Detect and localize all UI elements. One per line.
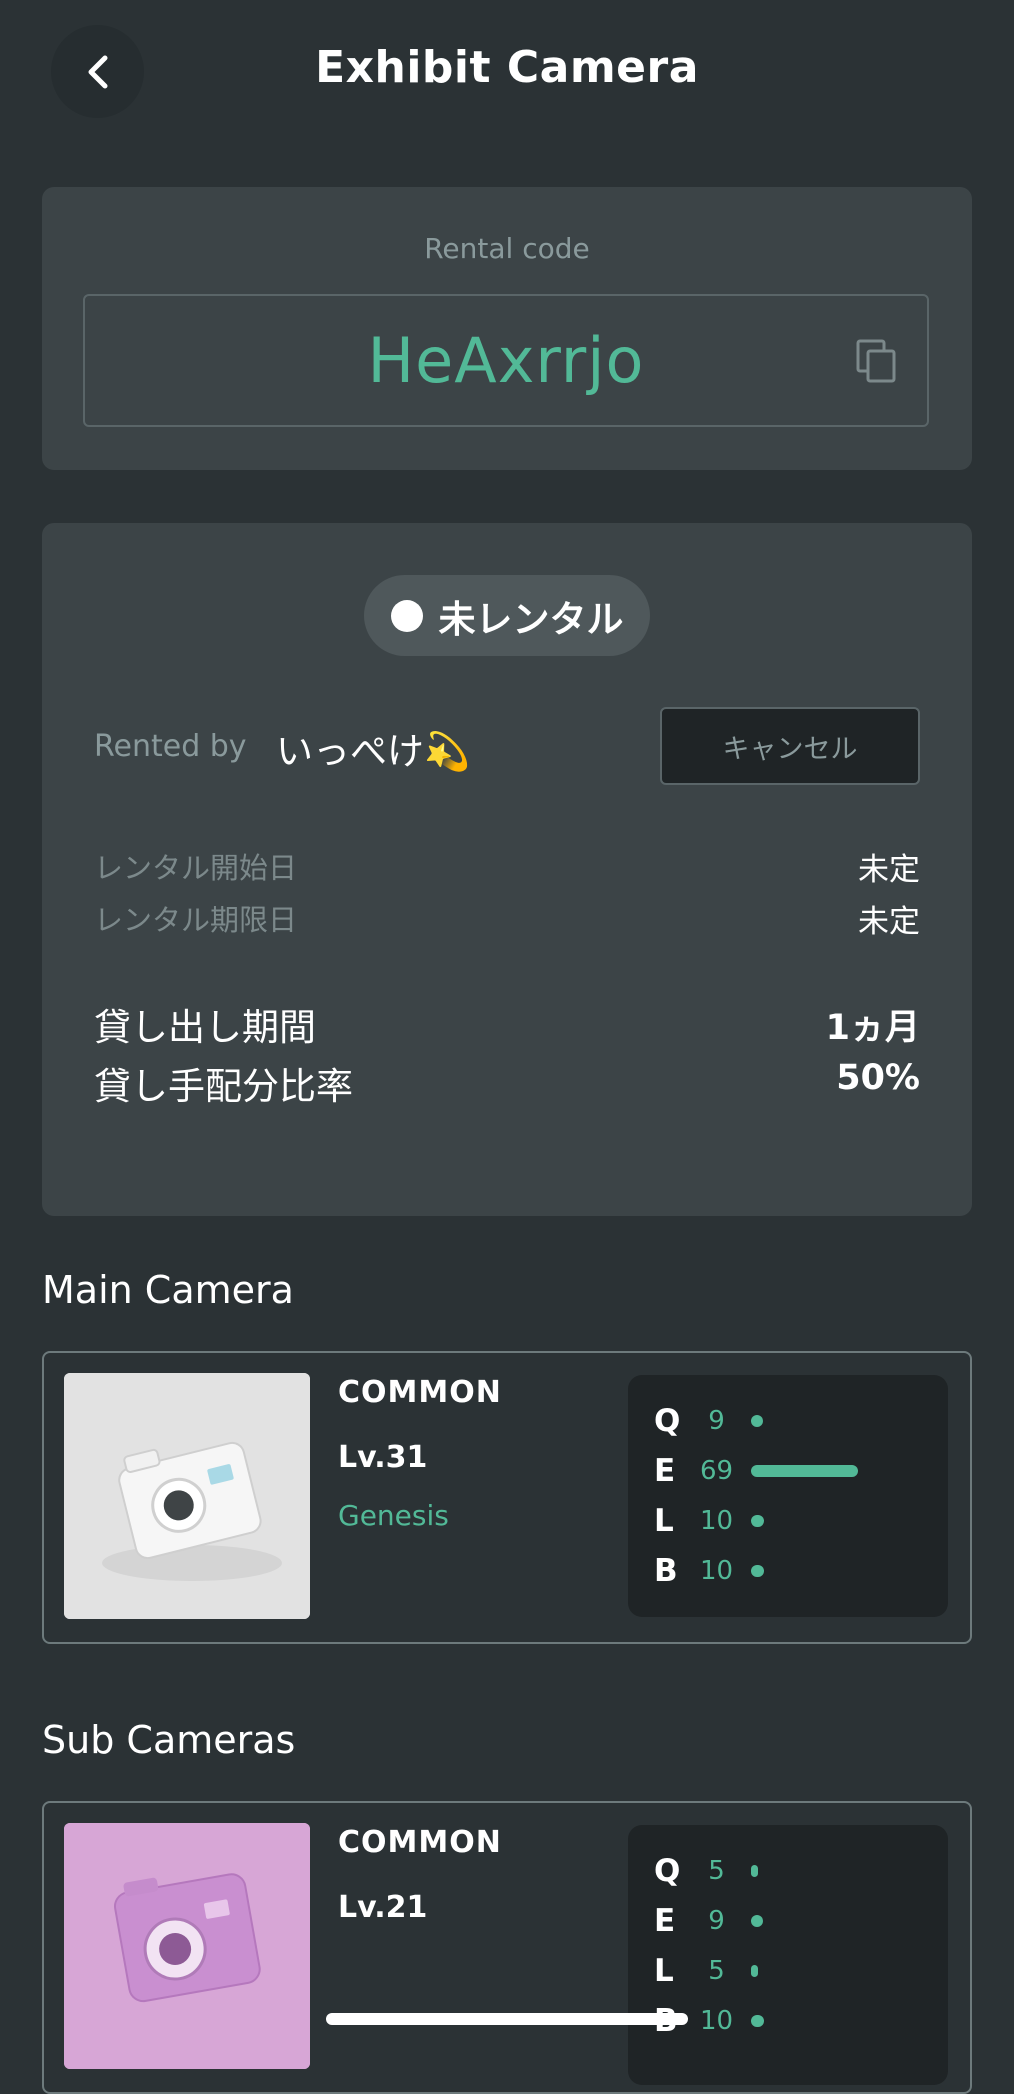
camera-stats: Q 5 E 9 L 5 B 10 [628,1825,948,2085]
status-badge: 未レンタル [364,575,650,656]
stat-bar [751,1465,858,1477]
stat-row-l: L 5 [654,1951,758,1991]
stat-bar [751,1565,764,1577]
rental-code-card: Rental code HeAxrrjo [42,187,972,470]
camera-rarity: COMMON [338,1375,502,1410]
stat-row-q: Q 9 [654,1401,763,1441]
lender-ratio-value: 50% [836,1058,920,1098]
main-camera-title: Main Camera [42,1268,294,1312]
camera-level: Lv.31 [338,1440,428,1475]
rental-start-label: レンタル開始日 [94,851,298,885]
camera-level: Lv.21 [338,1890,428,1925]
status-badge-label: 未レンタル [438,597,624,641]
stat-value: 5 [708,1956,725,1986]
stat-value: 10 [699,2006,734,2036]
home-indicator[interactable] [326,2013,688,2025]
camera-image [64,1373,310,1619]
rental-code-value: HeAxrrjo [367,324,645,397]
stat-bar [751,1415,763,1427]
cancel-button[interactable]: キャンセル [660,707,920,785]
sub-camera-card[interactable]: COMMON Lv.21 Q 5 E 9 L 5 B 10 [42,1801,972,2094]
sub-cameras-title: Sub Cameras [42,1718,296,1762]
camera-illustration [64,1373,310,1619]
stat-value: 5 [708,1856,725,1886]
copy-icon[interactable] [855,338,899,386]
rental-end-label: レンタル期限日 [94,903,298,937]
stat-row-q: Q 5 [654,1851,758,1891]
stat-key: L [654,1953,674,1989]
camera-stats: Q 9 E 69 L 10 B 10 [628,1375,948,1617]
stat-key: Q [654,1403,681,1439]
stat-row-l: L 10 [654,1501,764,1541]
stat-key: E [654,1453,676,1489]
stat-bar [751,1865,758,1877]
rental-end-value: 未定 [858,904,920,940]
camera-illustration [64,1823,310,2069]
stat-value: 9 [708,1406,725,1436]
stat-bar [751,1515,764,1527]
status-dot-icon [390,599,423,632]
stat-value: 10 [699,1556,734,1586]
main-camera-card[interactable]: COMMON Lv.31 Genesis Q 9 E 69 L 10 B 10 [42,1351,972,1644]
stat-key: L [654,1503,674,1539]
stat-key: E [654,1903,676,1939]
page-title: Exhibit Camera [315,42,699,93]
stat-bar [751,1965,758,1977]
stat-value: 10 [699,1506,734,1536]
stat-bar [751,1915,763,1927]
stat-row-e: E 69 [654,1451,858,1491]
rental-status-card: 未レンタル Rented by いっぺけ💫 キャンセル レンタル開始日 未定 レ… [42,523,972,1216]
rental-period-label: 貸し出し期間 [94,1006,316,1049]
rental-period-value: 1ヵ月 [825,1008,920,1048]
rental-start-value: 未定 [858,852,920,888]
stat-key: Q [654,1853,681,1889]
rented-by-name: いっぺけ💫 [276,730,471,773]
rental-code-label: Rental code [424,232,590,265]
stat-value: 9 [708,1906,725,1936]
rented-by-label: Rented by [94,729,247,764]
stat-bar [751,2015,764,2027]
camera-rarity: COMMON [338,1825,502,1860]
stat-row-b: B 10 [654,1551,764,1591]
rental-code-box: HeAxrrjo [83,294,929,427]
camera-series: Genesis [338,1499,449,1532]
stat-row-e: E 9 [654,1901,763,1941]
camera-image [64,1823,310,2069]
lender-ratio-label: 貸し手配分比率 [94,1065,353,1108]
stat-value: 69 [699,1456,734,1486]
stat-key: B [654,1553,678,1589]
